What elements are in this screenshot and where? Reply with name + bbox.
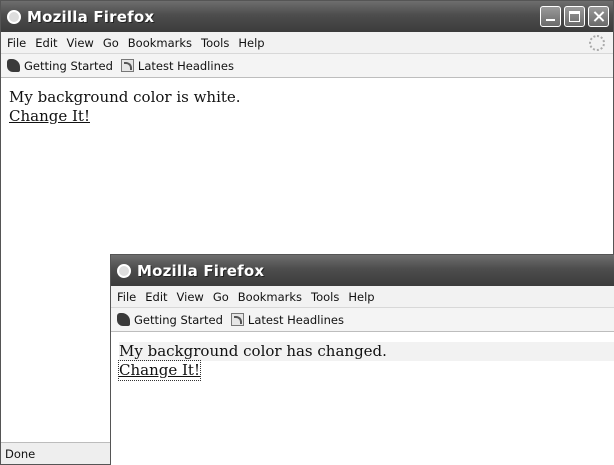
- title-bar[interactable]: Mozilla Firefox: [111, 255, 614, 286]
- minimize-button[interactable]: [540, 6, 561, 27]
- bookmark-getting-started[interactable]: Getting Started: [7, 59, 113, 73]
- menu-view[interactable]: View: [67, 36, 94, 50]
- close-button[interactable]: [588, 6, 609, 27]
- bookmark-getting-started[interactable]: Getting Started: [117, 313, 223, 327]
- background-message: My background color is white.: [9, 88, 241, 106]
- window-title: Mozilla Firefox: [137, 261, 265, 280]
- menu-edit[interactable]: Edit: [145, 290, 167, 304]
- menu-help[interactable]: Help: [238, 36, 264, 50]
- bookmarks-toolbar: Getting Started Latest Headlines: [1, 54, 613, 78]
- title-bar[interactable]: Mozilla Firefox: [1, 1, 613, 32]
- menu-file[interactable]: File: [7, 36, 26, 50]
- firefox-icon: [117, 263, 131, 278]
- throbber-icon: [589, 35, 605, 51]
- menu-tools[interactable]: Tools: [201, 36, 229, 50]
- window-title: Mozilla Firefox: [27, 7, 155, 26]
- bookmark-label: Latest Headlines: [247, 312, 344, 327]
- menu-file[interactable]: File: [117, 290, 136, 304]
- browser-window-overlay: Mozilla Firefox File Edit View Go Bookma…: [110, 254, 614, 465]
- background-message: My background color has changed.: [119, 342, 614, 361]
- menu-go[interactable]: Go: [213, 290, 229, 304]
- firefox-icon: [7, 9, 21, 24]
- rss-feed-icon: [230, 313, 244, 326]
- menu-edit[interactable]: Edit: [35, 36, 57, 50]
- status-text: Done: [5, 446, 36, 461]
- bookmark-latest-headlines[interactable]: Latest Headlines: [230, 312, 344, 327]
- getting-started-icon: [117, 313, 130, 326]
- bookmark-label: Latest Headlines: [137, 58, 234, 73]
- menu-view[interactable]: View: [177, 290, 204, 304]
- menu-tools[interactable]: Tools: [311, 290, 339, 304]
- window-controls: [540, 6, 609, 27]
- menu-bar: File Edit View Go Bookmarks Tools Help: [111, 286, 614, 308]
- bookmark-label: Getting Started: [134, 312, 223, 327]
- menu-help[interactable]: Help: [348, 290, 374, 304]
- bookmarks-toolbar: Getting Started Latest Headlines: [111, 308, 614, 332]
- menu-bookmarks[interactable]: Bookmarks: [128, 36, 192, 50]
- maximize-button[interactable]: [564, 6, 585, 27]
- bookmark-latest-headlines[interactable]: Latest Headlines: [120, 58, 234, 73]
- page-content: My background color has changed. Change …: [111, 332, 614, 381]
- change-it-link[interactable]: Change It!: [118, 360, 201, 381]
- change-it-link[interactable]: Change It!: [9, 107, 90, 126]
- getting-started-icon: [7, 59, 20, 72]
- menu-bookmarks[interactable]: Bookmarks: [238, 290, 302, 304]
- menu-bar: File Edit View Go Bookmarks Tools Help: [1, 32, 613, 54]
- bookmark-label: Getting Started: [24, 58, 113, 73]
- menu-go[interactable]: Go: [103, 36, 119, 50]
- rss-feed-icon: [120, 59, 134, 72]
